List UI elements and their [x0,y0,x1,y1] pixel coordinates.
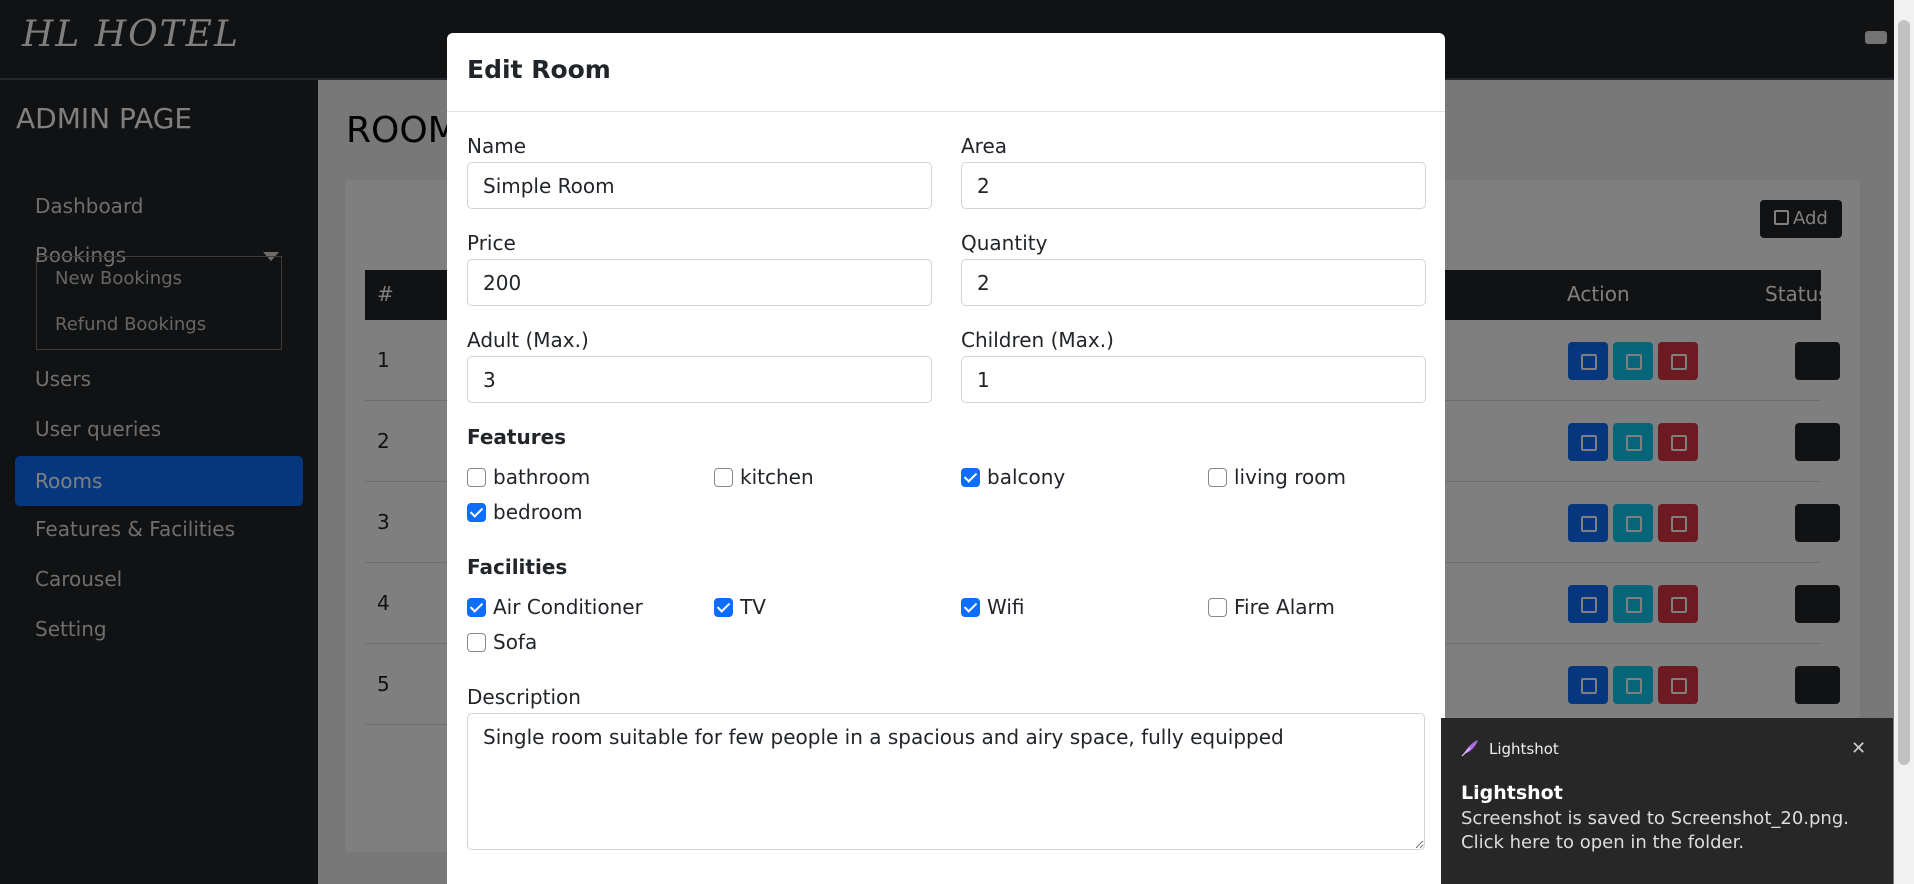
name-label: Name [467,134,527,158]
notification-title: Lightshot [1461,782,1563,804]
notification-toast[interactable]: Lightshot ✕ Lightshot Screenshot is save… [1441,718,1893,884]
adult-max-input[interactable] [467,356,932,403]
close-icon[interactable]: ✕ [1851,738,1866,759]
checkbox-checked[interactable] [961,468,980,487]
feature-checkbox-balcony[interactable]: balcony [961,465,1065,489]
checkbox-checked[interactable] [467,598,486,617]
modal-title: Edit Room [467,55,611,84]
checkbox-checked[interactable] [467,503,486,522]
facilities-title: Facilities [467,555,568,579]
features-title: Features [467,425,567,449]
modal-header: Edit Room [447,33,1445,112]
children-max-input[interactable] [961,356,1426,403]
checkbox[interactable] [467,468,486,487]
adult-max-label: Adult (Max.) [467,328,589,352]
edit-room-modal: Edit Room Name Area Price Quantity Adult… [447,33,1445,884]
feature-checkbox-living-room[interactable]: living room [1208,465,1346,489]
scrollbar-thumb[interactable] [1898,20,1910,765]
children-max-label: Children (Max.) [961,328,1114,352]
notification-message[interactable]: Screenshot is saved to Screenshot_20.png… [1461,807,1881,856]
feature-checkbox-bathroom[interactable]: bathroom [467,465,590,489]
notification-app-name: Lightshot [1489,740,1559,758]
area-input[interactable] [961,162,1426,209]
checkbox-checked[interactable] [961,598,980,617]
area-label: Area [961,134,1008,158]
page-scrollbar[interactable] [1894,0,1914,884]
lightshot-feather-icon [1461,740,1478,757]
checkbox-checked[interactable] [714,598,733,617]
checkbox[interactable] [714,468,733,487]
facility-checkbox-fire-alarm[interactable]: Fire Alarm [1208,595,1335,619]
feature-checkbox-bedroom[interactable]: bedroom [467,500,582,524]
facility-checkbox-tv[interactable]: TV [714,595,766,619]
description-textarea[interactable]: Single room suitable for few people in a… [467,713,1425,850]
checkbox[interactable] [1208,468,1227,487]
checkbox[interactable] [467,633,486,652]
price-label: Price [467,231,516,255]
name-input[interactable] [467,162,932,209]
feature-checkbox-kitchen[interactable]: kitchen [714,465,814,489]
facility-checkbox-air-conditioner[interactable]: Air Conditioner [467,595,643,619]
facility-checkbox-wifi[interactable]: Wifi [961,595,1025,619]
description-label: Description [467,685,581,709]
price-input[interactable] [467,259,932,306]
quantity-input[interactable] [961,259,1426,306]
quantity-label: Quantity [961,231,1048,255]
checkbox[interactable] [1208,598,1227,617]
facility-checkbox-sofa[interactable]: Sofa [467,630,537,654]
